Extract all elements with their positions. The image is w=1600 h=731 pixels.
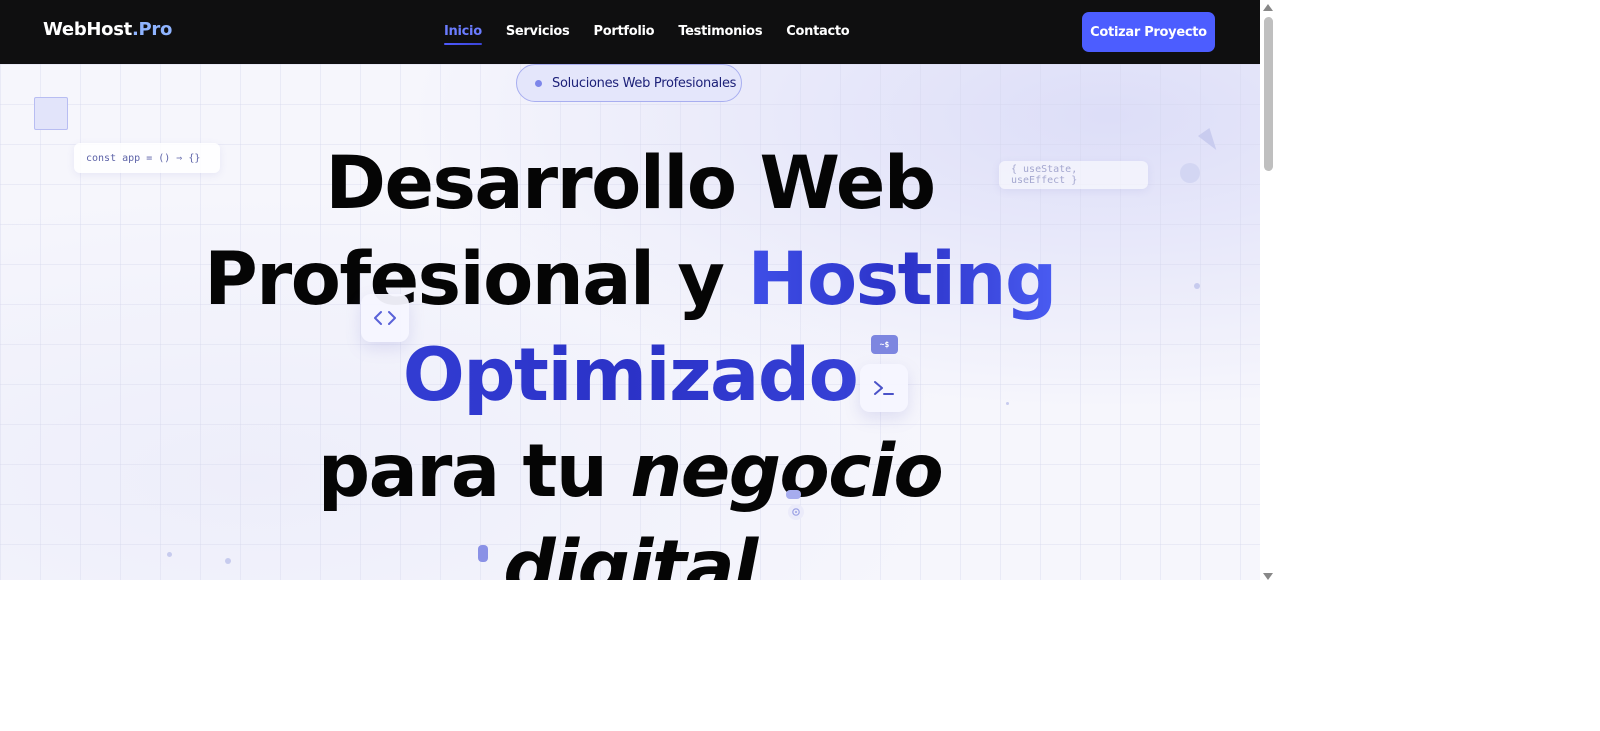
hero-section: Soluciones Web Profesionales const app =… xyxy=(0,64,1260,580)
logo[interactable]: WebHost.Pro xyxy=(43,19,172,40)
badge-dot-icon xyxy=(535,80,542,87)
headline-line-2: Profesional y Hosting xyxy=(0,232,1260,328)
logo-accent: .Pro xyxy=(131,19,173,40)
headline-optimized: Optimizado xyxy=(0,328,1260,424)
headline-hosting: Hosting xyxy=(747,237,1057,322)
badge-label: Soluciones Web Profesionales xyxy=(552,75,737,91)
navbar: WebHost.Pro Inicio Servicios Portfolio T… xyxy=(0,0,1260,64)
nav-link-servicios[interactable]: Servicios xyxy=(506,24,570,39)
nav-link-portfolio[interactable]: Portfolio xyxy=(594,24,655,39)
nav-links: Inicio Servicios Portfolio Testimonios C… xyxy=(444,24,850,45)
decorative-square xyxy=(34,97,68,130)
scroll-down-arrow-icon[interactable] xyxy=(1263,573,1273,580)
scroll-thumb[interactable] xyxy=(1264,17,1273,171)
quote-project-button[interactable]: Cotizar Proyecto xyxy=(1082,12,1215,52)
headline-line-4: para tu negocio xyxy=(0,424,1260,520)
nav-link-inicio[interactable]: Inicio xyxy=(444,24,482,45)
hero-headline: Desarrollo Web Profesional y Hosting Opt… xyxy=(0,136,1260,580)
headline-line-1: Desarrollo Web xyxy=(325,141,936,226)
headline-business: negocio xyxy=(630,429,943,514)
logo-main: WebHost xyxy=(43,19,132,40)
gear-icon xyxy=(788,504,804,520)
scroll-up-arrow-icon[interactable] xyxy=(1263,4,1273,11)
hero-badge: Soluciones Web Profesionales xyxy=(516,64,742,102)
page-scrollbar[interactable] xyxy=(1261,0,1275,584)
nav-link-contacto[interactable]: Contacto xyxy=(786,24,849,39)
mini-tag-icon xyxy=(786,490,801,499)
nav-link-testimonios[interactable]: Testimonios xyxy=(678,24,762,39)
page-viewport: WebHost.Pro Inicio Servicios Portfolio T… xyxy=(0,0,1260,580)
headline-digital: digital xyxy=(503,525,758,580)
headline-for-your: para tu xyxy=(317,429,631,514)
dollar-prompt-chip: ~$ xyxy=(871,335,898,354)
terminal-icon xyxy=(860,364,908,412)
headline-professional: Profesional y xyxy=(204,237,748,322)
mini-device-icon xyxy=(478,545,488,562)
code-icon xyxy=(361,294,409,342)
